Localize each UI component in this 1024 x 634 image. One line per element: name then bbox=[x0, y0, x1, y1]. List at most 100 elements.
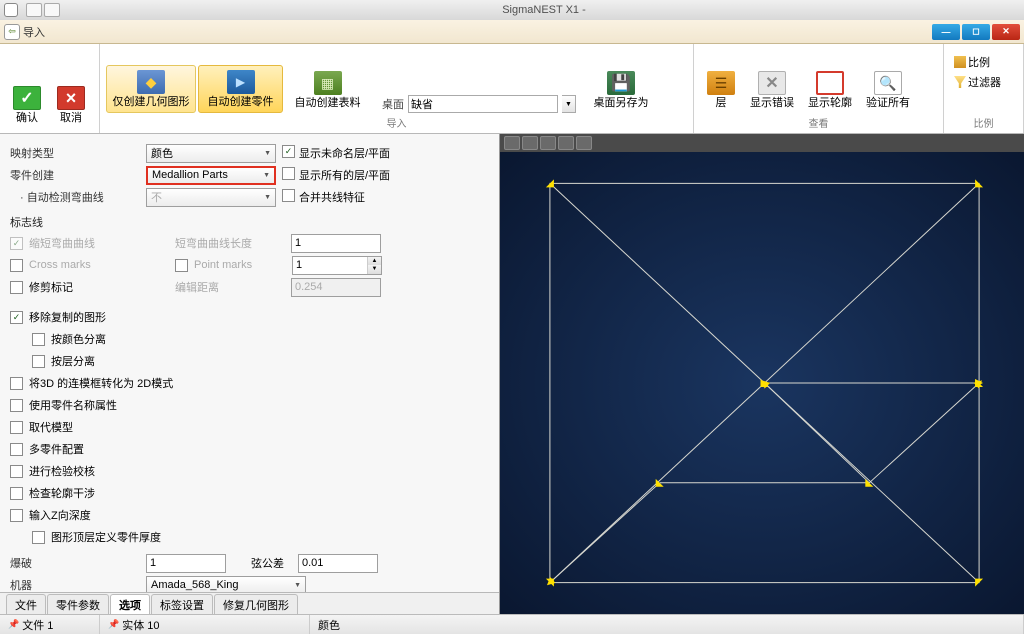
group-import-caption: 导入 bbox=[100, 113, 693, 133]
tab-fix-geometry[interactable]: 修复几何图形 bbox=[214, 594, 298, 614]
do-inspection-label: 进行检验校核 bbox=[29, 463, 95, 479]
save-desktop-as-button[interactable]: 桌面另存为 bbox=[588, 67, 654, 113]
tolerance-input[interactable]: 0.01 bbox=[298, 554, 378, 573]
validate-all-button[interactable]: 验证所有 bbox=[860, 67, 916, 113]
titlebar: SigmaNEST X1 - bbox=[0, 0, 1024, 20]
app-title: SigmaNEST X1 - bbox=[64, 4, 1024, 16]
shorten-bend-label: 缩短弯曲曲线 bbox=[29, 235, 169, 251]
qat-button[interactable] bbox=[26, 3, 42, 17]
qat-button[interactable] bbox=[44, 3, 60, 17]
group-view-caption: 查看 bbox=[694, 113, 943, 133]
mapping-type-label: 映射类型 bbox=[10, 145, 140, 161]
graphic-top-thickness-checkbox[interactable] bbox=[32, 531, 45, 544]
desktop-label: 桌面 bbox=[382, 96, 404, 112]
remove-duplicate-label: 移除复制的图形 bbox=[29, 309, 106, 325]
create-geometry-only-button[interactable]: 仅创建几何图形 bbox=[106, 65, 196, 113]
preview-canvas[interactable] bbox=[500, 152, 1024, 614]
multi-part-config-checkbox[interactable] bbox=[10, 443, 23, 456]
show-unnamed-layer-label: 显示未命名层/平面 bbox=[299, 145, 390, 161]
shorten-bend-length-input[interactable]: 1 bbox=[291, 234, 381, 253]
dialog-title: 导入 bbox=[23, 24, 932, 40]
part-icon bbox=[227, 70, 255, 94]
use-part-name-checkbox[interactable] bbox=[10, 399, 23, 412]
machine-label: 机器 bbox=[10, 577, 140, 592]
show-all-layers-checkbox[interactable] bbox=[282, 167, 295, 180]
ribbon: 确认 取消 仅创建几何图形 自动创建零件 自动创建表料 桌面 bbox=[0, 44, 1024, 134]
filter-icon bbox=[954, 76, 966, 88]
show-unnamed-layer-checkbox[interactable] bbox=[282, 145, 295, 158]
tab-part-params[interactable]: 零件参数 bbox=[47, 594, 109, 614]
show-contours-button[interactable]: 显示轮廓 bbox=[802, 67, 858, 113]
do-inspection-checkbox[interactable] bbox=[10, 465, 23, 478]
mark-distance-input: 0.254 bbox=[291, 278, 381, 297]
merge-colinear-checkbox[interactable] bbox=[282, 189, 295, 202]
trim-marks-label: 修剪标记 bbox=[29, 279, 169, 295]
graphic-top-thickness-label: 图形顶层定义零件厚度 bbox=[51, 529, 161, 545]
auto-detect-bend-select[interactable]: 不▼ bbox=[146, 188, 276, 207]
material-icon bbox=[314, 71, 342, 95]
options-panel: 映射类型 颜色▼ 显示未命名层/平面 零件创建 Medallion Parts▼… bbox=[0, 134, 499, 614]
tab-options[interactable]: 选项 bbox=[110, 594, 150, 614]
part-creation-label: 零件创建 bbox=[10, 167, 140, 183]
explosion-label: 爆破 bbox=[10, 555, 140, 571]
ratio-icon bbox=[954, 56, 966, 68]
group-ratio-caption: 比例 bbox=[944, 113, 1023, 133]
cancel-button[interactable]: 取消 bbox=[50, 82, 92, 128]
confirm-icon bbox=[13, 86, 41, 110]
shorten-bend-checkbox[interactable] bbox=[10, 237, 23, 250]
replace-model-checkbox[interactable] bbox=[10, 421, 23, 434]
mark-distance-label: 编辑距离 bbox=[175, 279, 285, 295]
desktop-select[interactable]: 缺省 bbox=[408, 95, 558, 113]
quick-access-toolbar bbox=[22, 3, 64, 17]
point-marks-checkbox[interactable] bbox=[175, 259, 188, 272]
check-contour-checkbox[interactable] bbox=[10, 487, 23, 500]
status-entities: 📌实体 10 bbox=[100, 615, 310, 634]
separate-by-layer-label: 按层分离 bbox=[51, 353, 95, 369]
layer-button[interactable]: 层 bbox=[700, 67, 742, 113]
input-z-depth-checkbox[interactable] bbox=[10, 509, 23, 522]
back-icon[interactable]: ⇦ bbox=[4, 24, 20, 40]
preview-tool[interactable] bbox=[558, 136, 574, 150]
desktop-dropdown-button[interactable]: ▼ bbox=[562, 95, 576, 113]
preview-tool[interactable] bbox=[540, 136, 556, 150]
remove-duplicate-checkbox[interactable] bbox=[10, 311, 23, 324]
point-marks-label: Point marks bbox=[194, 259, 286, 271]
show-errors-button[interactable]: 显示错误 bbox=[744, 67, 800, 113]
confirm-button[interactable]: 确认 bbox=[6, 82, 48, 128]
status-color: 颜色 bbox=[310, 615, 1024, 634]
input-z-depth-label: 输入Z向深度 bbox=[29, 507, 91, 523]
tab-file[interactable]: 文件 bbox=[6, 594, 46, 614]
preview-tool[interactable] bbox=[522, 136, 538, 150]
cross-marks-checkbox[interactable] bbox=[10, 259, 23, 272]
maximize-button[interactable]: ◻ bbox=[962, 24, 990, 40]
filter-link[interactable]: 过滤器 bbox=[954, 74, 1013, 90]
error-icon bbox=[758, 71, 786, 95]
auto-create-parts-button[interactable]: 自动创建零件 bbox=[198, 65, 283, 113]
preview-tool[interactable] bbox=[576, 136, 592, 150]
ratio-link[interactable]: 比例 bbox=[954, 54, 1013, 70]
show-all-layers-label: 显示所有的层/平面 bbox=[299, 167, 390, 183]
mapping-type-select[interactable]: 颜色▼ bbox=[146, 144, 276, 163]
mark-lines-header: 标志线 bbox=[10, 214, 489, 230]
app-icon bbox=[4, 3, 18, 17]
preview-tool[interactable] bbox=[504, 136, 520, 150]
trim-marks-checkbox[interactable] bbox=[10, 281, 23, 294]
shorten-bend-length-label: 短弯曲曲线长度 bbox=[175, 235, 285, 251]
contour-icon bbox=[816, 71, 844, 95]
validate-icon bbox=[874, 71, 902, 95]
tab-label-settings[interactable]: 标签设置 bbox=[151, 594, 213, 614]
auto-detect-bend-label: · 自动检测弯曲线 bbox=[10, 189, 140, 205]
point-marks-spinner[interactable]: 1▲▼ bbox=[292, 256, 382, 275]
part-creation-select[interactable]: Medallion Parts▼ bbox=[146, 166, 276, 185]
separate-by-color-checkbox[interactable] bbox=[32, 333, 45, 346]
convert-3d-checkbox[interactable] bbox=[10, 377, 23, 390]
explosion-input[interactable]: 1 bbox=[146, 554, 226, 573]
minimize-button[interactable]: — bbox=[932, 24, 960, 40]
machine-select[interactable]: Amada_568_King▼ bbox=[146, 576, 306, 593]
separate-by-layer-checkbox[interactable] bbox=[32, 355, 45, 368]
auto-create-material-button[interactable]: 自动创建表料 bbox=[285, 67, 370, 113]
status-bar: 📌文件 1 📌实体 10 颜色 bbox=[0, 614, 1024, 634]
replace-model-label: 取代模型 bbox=[29, 419, 73, 435]
preview-toolbar bbox=[500, 134, 1024, 152]
close-button[interactable]: ✕ bbox=[992, 24, 1020, 40]
